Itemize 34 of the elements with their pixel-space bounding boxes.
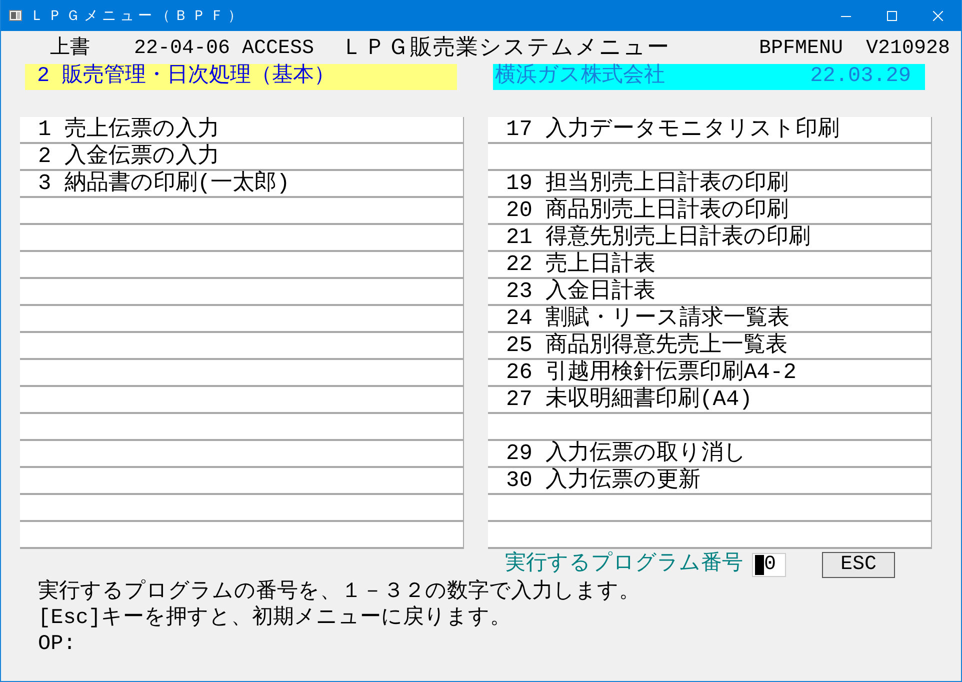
program-version: V210928 xyxy=(866,36,950,62)
menu-item[interactable]: 17 入力データモニタリスト印刷 xyxy=(488,117,932,144)
program-id: BPFMENU xyxy=(759,36,844,62)
maximize-icon xyxy=(887,10,897,20)
close-icon xyxy=(933,10,943,20)
menu-item[interactable]: 2 入金伝票の入力 xyxy=(20,144,464,171)
menu-item[interactable]: 21 得意先別売上日計表の印刷 xyxy=(488,225,932,252)
version-date: 22-04-06 ACCESS xyxy=(134,36,316,62)
menu-item[interactable]: 23 入金日計表 xyxy=(488,279,932,306)
menu-title: 2 販売管理・日次処理（基本） xyxy=(25,64,457,90)
menu-item[interactable]: 29 入力伝票の取り消し xyxy=(488,441,932,468)
help-message: 実行するプログラムの番号を、１－３２の数字で入力します。 xyxy=(38,580,641,605)
text-cursor xyxy=(755,555,764,575)
menu-item[interactable]: 19 担当別売上日計表の印刷 xyxy=(488,171,932,198)
input-mode-label: 上書 xyxy=(50,36,91,62)
menu-item[interactable]: 24 割賦・リース請求一覧表 xyxy=(488,306,932,333)
company-name: 横浜ガス株式会社 xyxy=(495,64,665,90)
help-message: OP: xyxy=(38,632,77,658)
menu-item[interactable]: 26 引越用検針伝票印刷A4-2 xyxy=(488,360,932,387)
esc-button[interactable]: ESC xyxy=(822,552,895,578)
menu-item[interactable]: 25 商品別得意先売上一覧表 xyxy=(488,333,932,360)
system-date: 22.03.29 xyxy=(810,64,911,90)
menu-item[interactable]: 27 未収明細書印刷(A4) xyxy=(488,387,932,414)
window-title: ＬＰＧメニュー（ＢＰＦ） xyxy=(30,6,247,24)
app-icon xyxy=(9,10,22,21)
menu-item[interactable]: 3 納品書の印刷(一太郎) xyxy=(20,171,464,198)
menu-item[interactable]: 20 商品別売上日計表の印刷 xyxy=(488,198,932,225)
menu-item[interactable]: 1 売上伝票の入力 xyxy=(20,117,464,144)
program-number-field[interactable]: 0 xyxy=(752,553,786,577)
help-message: [Esc]キーを押すと、初期メニューに戻ります。 xyxy=(38,606,512,632)
prompt-label: 実行するプログラム番号 xyxy=(505,552,743,578)
system-title: ＬＰＧ販売業システムメニュー xyxy=(341,36,671,62)
menu-item[interactable]: 22 売上日計表 xyxy=(488,252,932,279)
menu-item[interactable]: 30 入力伝票の更新 xyxy=(488,468,932,495)
